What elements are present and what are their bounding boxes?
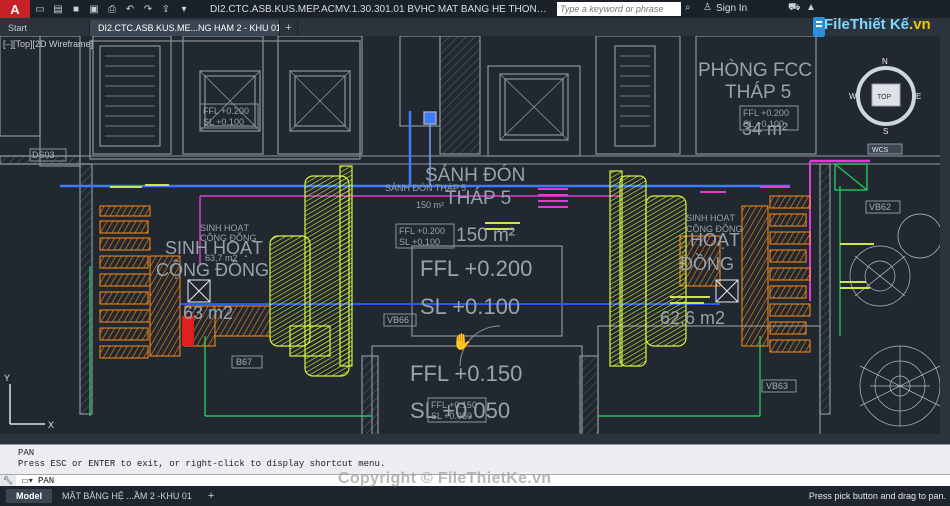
label-vb63: VB63 — [766, 381, 788, 391]
new-tab-button[interactable]: + — [280, 20, 298, 36]
label-sinh-hoat-small: SINH HOẠT — [200, 223, 250, 233]
viewport-controls[interactable]: [–][Top][2D Wireframe] — [3, 39, 93, 49]
label-sl-small-2: SL +0.100 — [743, 119, 784, 129]
label-ffl-small-1: FFL +0.200 — [203, 106, 249, 116]
label-ffl-small-4: FFL +0.150 — [431, 400, 477, 410]
pan-cursor-icon: ✋ — [452, 334, 472, 351]
horizontal-scrollbar[interactable] — [0, 434, 940, 444]
brand-name-part1: File — [824, 16, 850, 33]
wcs-menu: WCS — [872, 147, 889, 154]
label-ffl-0150: FFL +0.150 — [410, 361, 522, 386]
command-prompt-icon[interactable]: ▭▾ — [16, 476, 38, 485]
label-vb62: VB62 — [869, 202, 891, 212]
label-vb66: VB66 — [387, 315, 409, 325]
label-sanh-don-small: SẢNH ĐÓN THÁP 5 — [385, 182, 466, 193]
label-ffl-small-2: FFL +0.200 — [743, 108, 789, 118]
tab-document[interactable]: DI2.CTC.ASB.KUS.ME...NG HAM 2 - KHU 01* … — [90, 20, 280, 36]
brand-name: FileThiết Kế.vn — [824, 16, 931, 33]
status-bar: Model MẶT BẰNG HỆ ...ẦM 2 -KHU 01 + Pres… — [0, 486, 950, 506]
label-sl-0100: SL +0.100 — [420, 294, 520, 319]
new-file-icon[interactable]: ▭ — [32, 1, 48, 17]
share-icon[interactable]: ⇪ — [158, 1, 174, 17]
command-history-line-1: PAN — [18, 448, 35, 458]
viewcube[interactable]: TOP N S W E WCS — [849, 57, 921, 155]
label-ds03: DS03 — [32, 150, 55, 160]
user-icon: ♙ — [703, 2, 712, 13]
label-sl-small-1: SL +0.100 — [203, 117, 244, 127]
command-history-line-2: Press ESC or ENTER to exit, or right-cli… — [18, 459, 386, 469]
app-menu-button[interactable]: A — [0, 0, 30, 18]
label-sl-small-4: SL +0.050 — [431, 411, 472, 421]
compass-south: S — [883, 127, 888, 136]
compass-north: N — [882, 57, 888, 66]
brand-suffix: .vn — [909, 16, 931, 33]
document-title: DI2.CTC.ASB.KUS.MEP.ACMV.1.30.301.01 BVH… — [210, 3, 550, 15]
tab-document-label: DI2.CTC.ASB.KUS.ME...NG HAM 2 - KHU 01* — [98, 23, 280, 33]
save-as-icon[interactable]: ▣ — [86, 1, 102, 17]
file-tab-bar: Start DI2.CTC.ASB.KUS.ME...NG HAM 2 - KH… — [0, 18, 950, 36]
plot-icon[interactable]: ⎙ — [104, 1, 120, 17]
search-input[interactable] — [557, 2, 681, 16]
label-area-637: 63,7 m2 — [205, 253, 238, 263]
command-line[interactable]: 🔧︎ ▭▾ PAN — [0, 474, 950, 487]
drawing-viewport[interactable]: [–][Top][2D Wireframe] PHÒNG FCC THÁP 5 … — [0, 36, 950, 444]
search-icon[interactable]: ⌕ — [685, 2, 691, 13]
wrench-icon[interactable]: 🔧︎ — [0, 474, 16, 487]
autocad-window: A ▭ ▤ ■ ▣ ⎙ ↶ ↷ ⇪ ▾ DI2.CTC.ASB.KUS.MEP.… — [0, 0, 950, 506]
label-area-626: 62,6 m2 — [660, 308, 725, 328]
ucs-x-label: X — [48, 420, 54, 430]
save-icon[interactable]: ■ — [68, 1, 84, 17]
label-area-63: 63 m2 — [183, 303, 233, 323]
compass-west: W — [849, 92, 857, 101]
redo-icon[interactable]: ↷ — [140, 1, 156, 17]
label-cong-dong-right-large: HOẠT — [690, 230, 740, 250]
label-ffl-small-3: FFL +0.200 — [399, 226, 445, 236]
label-ffl-0200: FFL +0.200 — [420, 256, 532, 281]
sign-in-button[interactable]: Sign In — [716, 3, 747, 14]
label-sinh-hoat-right: SINH HOẠT — [686, 213, 736, 223]
brand-name-part2: Thiết Kế — [849, 16, 910, 33]
label-phong-fcc: PHÒNG FCC — [698, 59, 812, 81]
cad-drawing: PHÒNG FCC THÁP 5 34 m² SẢNH ĐÓN THÁP 5 1… — [0, 36, 950, 444]
open-folder-icon[interactable]: ▤ — [50, 1, 66, 17]
command-history: PAN Press ESC or ENTER to exit, or right… — [0, 444, 950, 474]
compass-east: E — [916, 92, 921, 101]
label-area-150: 150 m² — [456, 225, 515, 246]
ucs-y-label: Y — [4, 373, 10, 383]
add-layout-button[interactable]: + — [202, 490, 220, 502]
label-b67: B67 — [236, 357, 252, 367]
viewcube-top: TOP — [877, 94, 892, 101]
label-dong-right-large: ĐỒNG — [680, 253, 734, 274]
label-area-150-small: 150 m² — [416, 200, 444, 210]
brand-logo: FileThiết Kế.vn — [812, 12, 931, 42]
undo-icon[interactable]: ↶ — [122, 1, 138, 17]
tab-start[interactable]: Start — [0, 20, 90, 36]
vertical-scrollbar[interactable] — [940, 36, 950, 444]
ucs-icon: Y X — [4, 373, 54, 430]
tab-model[interactable]: Model — [6, 489, 52, 503]
label-cong-dong-small: CỘNG ĐỒNG — [200, 232, 257, 243]
command-input[interactable]: PAN — [38, 476, 54, 486]
cart-icon[interactable]: ⛟ — [788, 2, 801, 15]
status-hint: Press pick button and drag to pan. — [808, 491, 946, 501]
tab-layout-1[interactable]: MẶT BẰNG HỆ ...ẦM 2 -KHU 01 — [52, 489, 202, 503]
qat-dropdown-icon[interactable]: ▾ — [176, 1, 192, 17]
label-sl-small-3: SL +0.100 — [399, 237, 440, 247]
label-thap5-a: THÁP 5 — [725, 82, 791, 103]
title-bar: A ▭ ▤ ■ ▣ ⎙ ↶ ↷ ⇪ ▾ DI2.CTC.ASB.KUS.MEP.… — [0, 0, 950, 18]
